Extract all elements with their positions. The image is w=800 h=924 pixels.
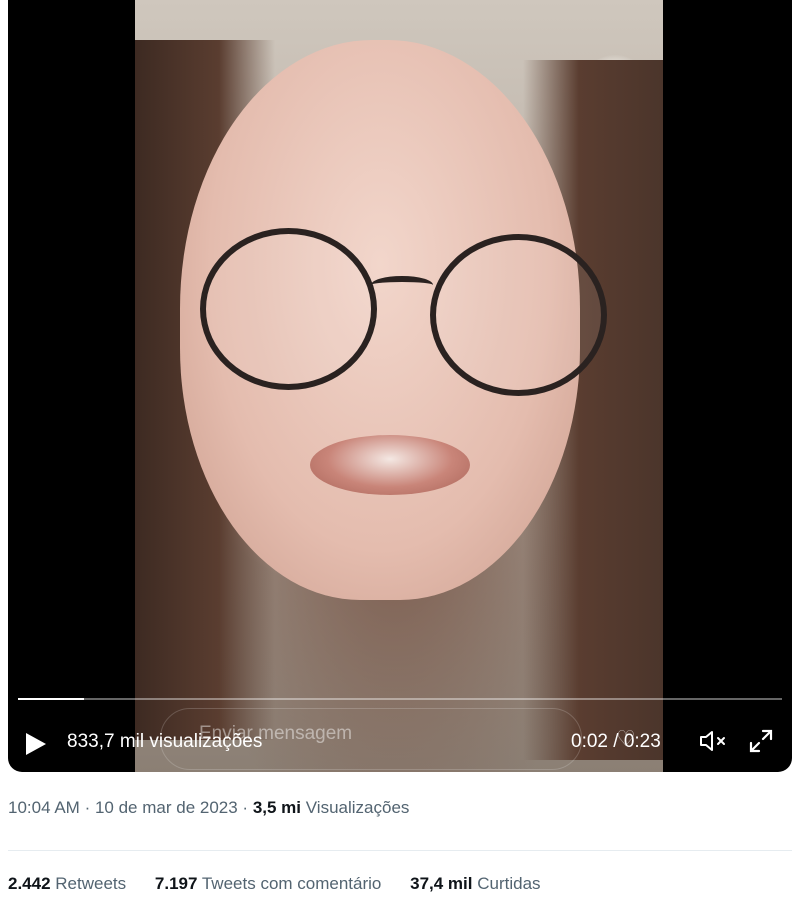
play-icon[interactable] [26, 733, 46, 755]
fullscreen-icon[interactable] [748, 728, 774, 754]
retweets-count: 2.442 [8, 874, 51, 893]
video-views: 833,7 mil visualizações [67, 731, 263, 752]
quotes-count: 7.197 [154, 874, 198, 893]
retweets-stat[interactable]: 2.442 Retweets [8, 874, 126, 894]
mouth [310, 435, 470, 495]
video-controls: Enviar mensagem 833,7 mil visualizações … [8, 708, 792, 770]
quotes-stat[interactable]: 7.197 Tweets com comentário [155, 874, 381, 894]
mute-icon[interactable] [698, 729, 730, 753]
tweet-stats: 2.442 Retweets 7.197 Tweets com comentár… [8, 874, 565, 894]
tweet-time[interactable]: 10:04 AM [8, 798, 80, 817]
likes-count: 37,4 mil [410, 874, 473, 893]
video-frame[interactable] [135, 0, 663, 772]
glasses [190, 228, 610, 398]
progress-bar[interactable] [18, 698, 782, 700]
progress-fill [18, 698, 85, 700]
video-time: 0:02 / 0:23 [571, 731, 661, 752]
meta-separator: · [84, 798, 91, 817]
face [180, 40, 607, 600]
lens-left [200, 228, 377, 390]
lens-right [430, 234, 607, 396]
quotes-label: Tweets com comentário [201, 874, 382, 893]
views-label: Visualizações [305, 798, 410, 817]
tweet-date[interactable]: 10 de mar de 2023 [95, 798, 238, 817]
views-count: 3,5 mi [252, 798, 302, 817]
retweets-label: Retweets [55, 874, 127, 893]
likes-label: Curtidas [477, 874, 541, 893]
meta-separator: · [242, 798, 249, 817]
video-player[interactable]: Enviar mensagem 833,7 mil visualizações … [8, 0, 792, 772]
tweet-meta: 10:04 AM · 10 de mar de 2023 · 3,5 mi Vi… [8, 798, 409, 818]
divider [8, 850, 792, 851]
glasses-bridge [371, 276, 433, 294]
likes-stat[interactable]: 37,4 mil Curtidas [410, 874, 540, 894]
